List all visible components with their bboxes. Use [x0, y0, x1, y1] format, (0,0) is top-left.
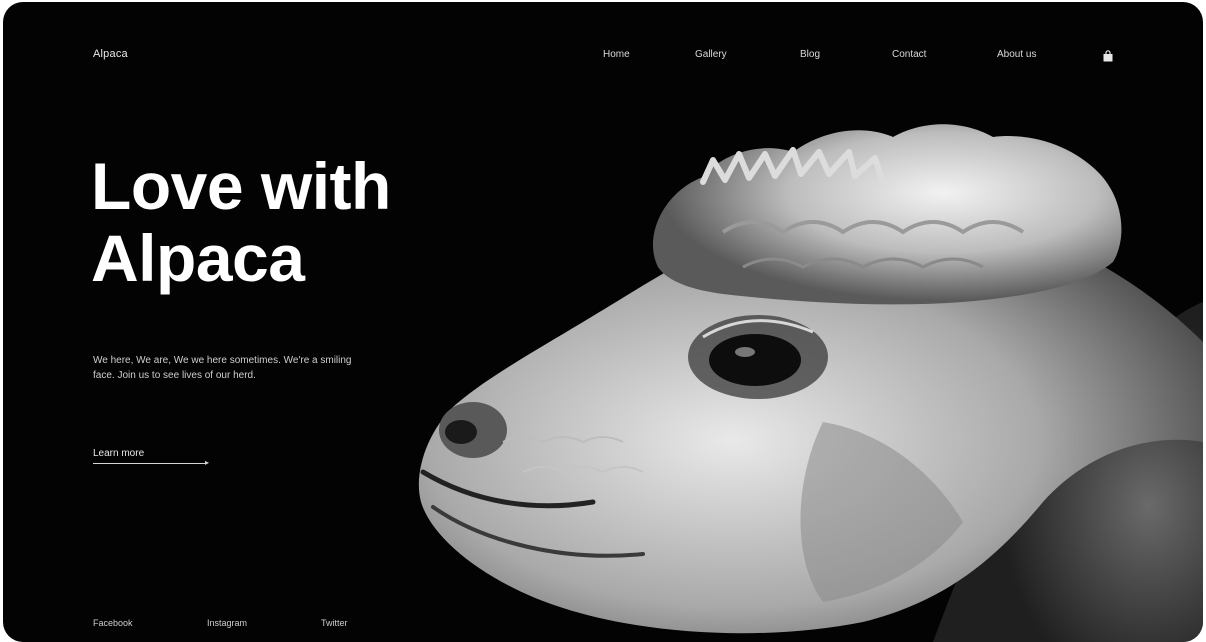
nav-link-gallery[interactable]: Gallery — [695, 49, 727, 60]
shopping-bag-icon[interactable] — [1102, 49, 1114, 62]
hero-title-line-1: Love with — [91, 149, 391, 223]
arrow-right-icon: ▸ — [204, 458, 209, 467]
social-link-instagram[interactable]: Instagram — [207, 618, 247, 628]
nav-link-about-us[interactable]: About us — [997, 49, 1036, 60]
hero-description: We here, We are, We we here sometimes. W… — [93, 355, 352, 381]
hero-frame: Alpaca Home Gallery Blog Contact About u… — [3, 2, 1203, 642]
nav-link-blog[interactable]: Blog — [800, 49, 820, 60]
social-link-facebook[interactable]: Facebook — [93, 618, 133, 628]
nav-link-home[interactable]: Home — [603, 49, 630, 60]
learn-more-link[interactable]: Learn more ▸ — [93, 448, 209, 467]
learn-more-label: Learn more — [93, 448, 145, 459]
social-link-twitter[interactable]: Twitter — [321, 618, 348, 628]
hero-title: Love with Alpaca — [91, 150, 391, 294]
hero-title-line-2: Alpaca — [91, 221, 305, 295]
nav-link-contact[interactable]: Contact — [892, 49, 926, 60]
brand-logo[interactable]: Alpaca — [93, 48, 128, 60]
top-navigation: Alpaca Home Gallery Blog Contact About u… — [3, 2, 1203, 102]
